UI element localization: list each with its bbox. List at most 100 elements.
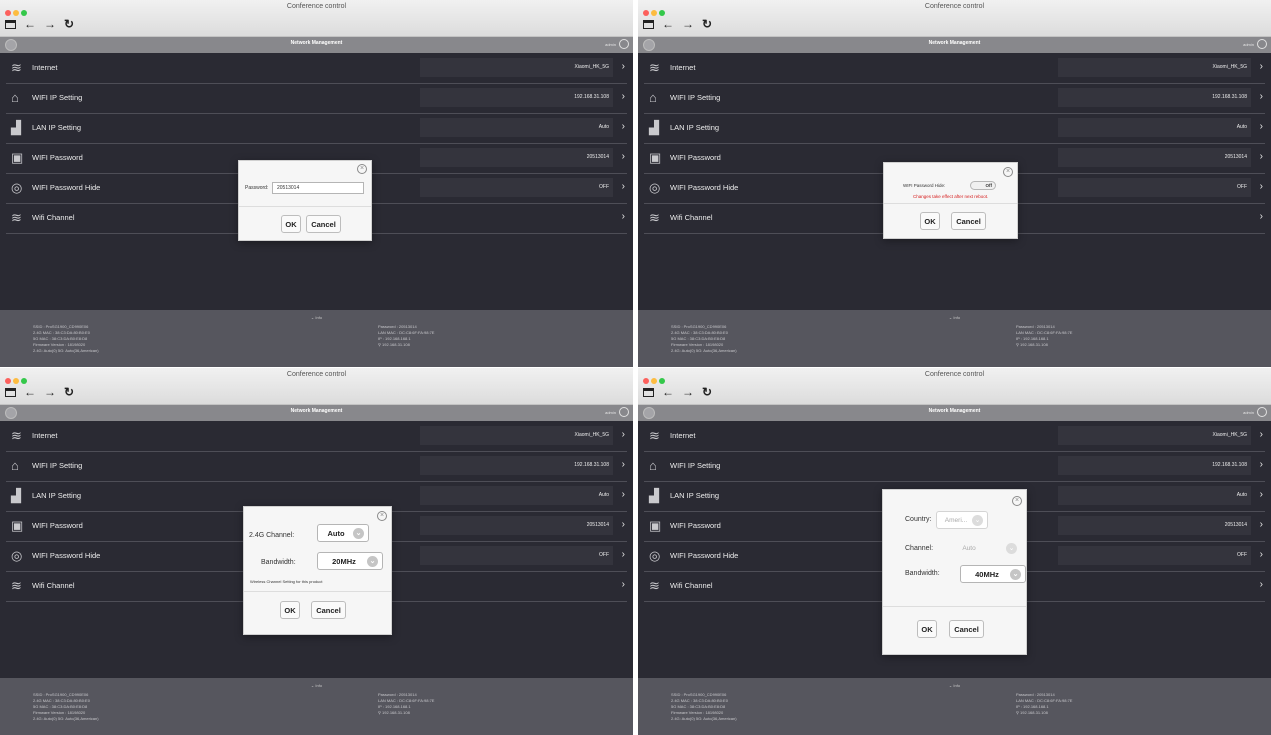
settings-row-1[interactable]: ⌂ WIFI IP Setting 192.168.31.108 › <box>644 452 1265 482</box>
chevron-right-icon[interactable]: › <box>622 121 625 133</box>
back-button[interactable]: ← <box>662 386 674 398</box>
chevron-right-icon[interactable]: › <box>1260 429 1263 441</box>
chevron-right-icon[interactable]: › <box>1260 579 1263 591</box>
ok-button[interactable]: OK <box>920 212 940 230</box>
browser-toolbar: ← → ↻ <box>643 16 712 32</box>
row-label: WIFI IP Setting <box>32 93 83 102</box>
forward-button[interactable]: → <box>44 386 56 398</box>
ok-button[interactable]: OK <box>280 601 300 619</box>
settings-row-2[interactable]: ▟ LAN IP Setting Auto › <box>644 114 1265 144</box>
close-icon[interactable]: × <box>357 164 367 174</box>
chevron-right-icon[interactable]: › <box>622 181 625 193</box>
chevron-right-icon[interactable]: › <box>1260 121 1263 133</box>
ok-button[interactable]: OK <box>281 215 301 233</box>
tabs-icon[interactable] <box>5 387 16 397</box>
chevron-right-icon[interactable]: › <box>622 61 625 73</box>
reload-button[interactable]: ↻ <box>702 18 712 30</box>
user-icon[interactable] <box>619 39 629 49</box>
password-label: Password: <box>245 185 269 191</box>
country-label: Country: <box>905 516 932 523</box>
close-icon[interactable]: × <box>377 511 387 521</box>
settings-row-0[interactable]: ≋ Internet Xiaomi_HK_5G › <box>6 422 627 452</box>
lock-icon: ▣ <box>649 150 662 165</box>
bandwidth-select[interactable]: 40MHz ⌄ <box>960 565 1026 583</box>
password-hide-toggle[interactable]: Off <box>970 181 996 190</box>
footer-right: Password : 20513014 LAN MAC : DC:C8:6F:FA… <box>378 692 434 716</box>
chevron-down-icon: ⌄ <box>310 315 315 320</box>
row-label: WIFI Password <box>32 521 83 530</box>
info-toggle[interactable]: ⌄ Info <box>0 683 633 688</box>
info-toggle[interactable]: ⌄ Info <box>638 315 1271 320</box>
back-button[interactable]: ← <box>662 18 674 30</box>
settings-row-1[interactable]: ⌂ WIFI IP Setting 192.168.31.108 › <box>6 84 627 114</box>
cancel-button[interactable]: Cancel <box>951 212 986 230</box>
info-toggle[interactable]: ⌄ Info <box>0 315 633 320</box>
forward-button[interactable]: → <box>682 386 694 398</box>
chevron-right-icon[interactable]: › <box>1260 181 1263 193</box>
window-title: Conference control <box>924 371 985 378</box>
chevron-right-icon[interactable]: › <box>622 579 625 591</box>
chevron-right-icon[interactable]: › <box>622 549 625 561</box>
password-input[interactable]: 20513014 <box>272 182 364 194</box>
row-label: Internet <box>670 431 696 440</box>
chevron-right-icon[interactable]: › <box>1260 549 1263 561</box>
chevron-right-icon[interactable]: › <box>1260 211 1263 223</box>
settings-row-0[interactable]: ≋ Internet Xiaomi_HK_5G › <box>6 54 627 84</box>
chevron-right-icon[interactable]: › <box>622 489 625 501</box>
row-label: WIFI Password Hide <box>32 183 101 192</box>
footer-right: Password : 20513014 LAN MAC : DC:C8:6F:FA… <box>1016 692 1072 716</box>
tabs-icon[interactable] <box>643 19 654 29</box>
settings-row-0[interactable]: ≋ Internet Xiaomi_HK_5G › <box>644 422 1265 452</box>
settings-row-2[interactable]: ▟ LAN IP Setting Auto › <box>6 114 627 144</box>
row-label: WIFI Password Hide <box>670 183 739 192</box>
back-button[interactable]: ← <box>24 18 36 30</box>
window-title: Conference control <box>286 3 347 10</box>
info-toggle[interactable]: ⌄ Info <box>638 683 1271 688</box>
router-icon: ⌂ <box>649 458 657 473</box>
row-label: Internet <box>32 431 58 440</box>
chevron-right-icon[interactable]: › <box>1260 61 1263 73</box>
page-title: Network Management <box>928 40 981 46</box>
user-name: admin <box>605 410 616 415</box>
chevron-right-icon[interactable]: › <box>622 519 625 531</box>
footer-info-line: ⚲ 192.168.31.108 <box>378 710 410 715</box>
cancel-button[interactable]: Cancel <box>311 601 346 619</box>
country-select[interactable]: Ameri... ⌄ <box>936 511 988 529</box>
reload-button[interactable]: ↻ <box>64 18 74 30</box>
row-value: Auto <box>420 486 613 505</box>
forward-button[interactable]: → <box>44 18 56 30</box>
reload-button[interactable]: ↻ <box>702 386 712 398</box>
bandwidth-label: Bandwidth: <box>261 559 296 566</box>
chevron-right-icon[interactable]: › <box>1260 459 1263 471</box>
back-button[interactable]: ← <box>24 386 36 398</box>
settings-row-1[interactable]: ⌂ WIFI IP Setting 192.168.31.108 › <box>644 84 1265 114</box>
bandwidth-select[interactable]: 20MHz ⌄ <box>317 552 383 570</box>
chevron-right-icon[interactable]: › <box>1260 519 1263 531</box>
window-title: Conference control <box>286 371 347 378</box>
tabs-icon[interactable] <box>5 19 16 29</box>
channel-select[interactable]: Auto ⌄ <box>317 524 369 542</box>
chevron-right-icon[interactable]: › <box>1260 151 1263 163</box>
user-icon[interactable] <box>1257 407 1267 417</box>
close-icon[interactable]: × <box>1012 496 1022 506</box>
chevron-right-icon[interactable]: › <box>622 459 625 471</box>
chevron-right-icon[interactable]: › <box>1260 489 1263 501</box>
user-icon[interactable] <box>1257 39 1267 49</box>
chevron-right-icon[interactable]: › <box>622 151 625 163</box>
chevron-right-icon[interactable]: › <box>622 91 625 103</box>
app-window: Conference control ← → ↻ Network Managem… <box>0 0 633 367</box>
chevron-right-icon[interactable]: › <box>622 211 625 223</box>
channel-select[interactable]: Auto ⌄ <box>936 540 1021 558</box>
chevron-right-icon[interactable]: › <box>622 429 625 441</box>
forward-button[interactable]: → <box>682 18 694 30</box>
settings-row-1[interactable]: ⌂ WIFI IP Setting 192.168.31.108 › <box>6 452 627 482</box>
cancel-button[interactable]: Cancel <box>949 620 984 638</box>
settings-row-0[interactable]: ≋ Internet Xiaomi_HK_5G › <box>644 54 1265 84</box>
close-icon[interactable]: × <box>1003 167 1013 177</box>
tabs-icon[interactable] <box>643 387 654 397</box>
chevron-right-icon[interactable]: › <box>1260 91 1263 103</box>
cancel-button[interactable]: Cancel <box>306 215 341 233</box>
reload-button[interactable]: ↻ <box>64 386 74 398</box>
user-icon[interactable] <box>619 407 629 417</box>
ok-button[interactable]: OK <box>917 620 937 638</box>
